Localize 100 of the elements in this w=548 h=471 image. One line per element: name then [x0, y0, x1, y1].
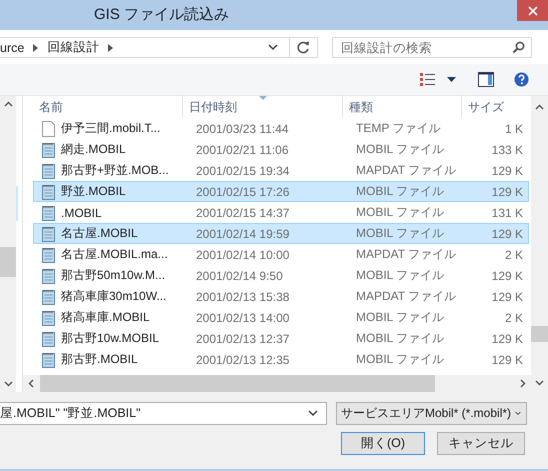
- search-field[interactable]: 回線設計の検索: [332, 37, 532, 58]
- file-row[interactable]: 猪高車庫.MOBIL 2001/02/13 14:00 MOBIL ファイル 2 K: [33, 307, 529, 328]
- close-button[interactable]: [517, 0, 548, 21]
- chevron-down-icon[interactable]: [515, 410, 521, 417]
- chevron-right-icon[interactable]: [33, 44, 38, 52]
- file-name: 名古屋.MOBIL: [61, 225, 139, 242]
- scroll-down-icon[interactable]: [535, 380, 544, 386]
- file-row[interactable]: 名古屋.MOBIL 2001/02/14 19:59 MOBIL ファイル 129 K: [33, 223, 529, 244]
- search-icon[interactable]: [512, 41, 525, 54]
- scroll-up-icon[interactable]: [4, 101, 12, 107]
- scroll-thumb[interactable]: [531, 326, 548, 342]
- breadcrumb-item[interactable]: 回線設計: [47, 39, 100, 56]
- file-row[interactable]: 那古野.MOBIL 2001/02/13 12:35 MOBIL ファイル 129 K: [33, 349, 529, 370]
- size-cell-text: 129 K: [490, 290, 523, 304]
- type-cell-text: MOBIL ファイル: [355, 351, 446, 368]
- scroll-thumb[interactable]: [0, 247, 16, 277]
- size-cell-text: 2 K: [504, 248, 523, 262]
- type-cell-text: MAPDAT ファイル: [355, 288, 458, 305]
- file-name: 伊予三間.mobil.T...: [61, 120, 162, 137]
- chevron-down-icon[interactable]: [308, 410, 318, 417]
- notepad-icon: [42, 204, 55, 220]
- type-cell-text: MOBIL ファイル: [355, 309, 446, 326]
- notepad-icon: [42, 288, 55, 304]
- help-icon[interactable]: [514, 72, 529, 87]
- address-bar[interactable]: urce 回線設計: [0, 37, 318, 58]
- chevron-right-icon[interactable]: [108, 44, 114, 52]
- scroll-down-icon[interactable]: [4, 381, 12, 387]
- filename-field[interactable]: 屋.MOBIL" "野並.MOBIL": [0, 402, 327, 425]
- file-row[interactable]: 那古野+野並.MOB... 2001/02/15 19:34 MAPDAT ファイル 129 K: [33, 160, 529, 181]
- size-cell-text: 129 K: [490, 164, 523, 178]
- type-cell-text: MOBIL ファイル: [355, 267, 446, 284]
- type-cell-text: TEMP ファイル: [355, 120, 442, 137]
- file-name: 名古屋.MOBIL.ma...: [61, 246, 169, 263]
- date-cell-text: 2001/02/13 12:37: [195, 332, 290, 346]
- file-row[interactable]: .MOBIL 2001/02/15 14:37 MOBIL ファイル 131 K: [33, 202, 529, 223]
- date-cell-text: 2001/02/15 14:37: [195, 206, 290, 220]
- notepad-icon: [42, 352, 55, 368]
- date-cell-text: 2001/02/14 10:00: [195, 248, 290, 262]
- refresh-icon[interactable]: [297, 41, 310, 54]
- date-cell-text: 2001/02/13 12:35: [195, 352, 290, 366]
- file-row[interactable]: 伊予三間.mobil.T... 2001/03/23 11:44 TEMP ファイル 1 K: [33, 118, 529, 139]
- vertical-scrollbar[interactable]: [531, 96, 548, 392]
- file-name: 網走.MOBIL: [61, 141, 127, 158]
- chevron-down-icon[interactable]: [268, 44, 278, 51]
- document-icon: [42, 120, 55, 136]
- cancel-button[interactable]: キャンセル: [437, 432, 525, 455]
- caret-down-icon[interactable]: [447, 77, 456, 82]
- notepad-icon: [42, 310, 55, 326]
- size-cell-text: 1 K: [504, 122, 523, 136]
- notepad-icon: [42, 142, 55, 158]
- scroll-thumb[interactable]: [40, 375, 435, 392]
- date-cell-text: 2001/02/21 11:06: [195, 142, 290, 156]
- scroll-up-icon[interactable]: [535, 104, 544, 110]
- type-cell-text: MOBIL ファイル: [355, 183, 446, 200]
- file-name: 那古野10w.MOBIL: [61, 330, 160, 347]
- breadcrumb-item[interactable]: urce: [0, 40, 24, 54]
- file-row[interactable]: 名古屋.MOBIL.ma... 2001/02/14 10:00 MAPDAT ファイル 2 K: [33, 244, 529, 265]
- size-cell-text: 129 K: [490, 184, 523, 198]
- column-header[interactable]: 名前: [33, 96, 183, 118]
- type-cell-text: MAPDAT ファイル: [355, 162, 458, 179]
- file-row[interactable]: 猪高車庫30m10W... 2001/02/13 15:38 MAPDAT ファイル 129 K: [33, 286, 529, 307]
- type-cell-text: MOBIL ファイル: [355, 225, 446, 242]
- horizontal-scrollbar[interactable]: [23, 375, 531, 392]
- notepad-icon: [42, 246, 55, 262]
- view-list-icon[interactable]: [420, 73, 435, 86]
- file-name: 那古野.MOBIL: [61, 351, 139, 368]
- file-row[interactable]: 野並.MOBIL 2001/02/15 17:26 MOBIL ファイル 129 K: [33, 181, 529, 202]
- size-cell-text: 129 K: [490, 352, 523, 366]
- date-cell-text: 2001/02/14 9:50: [195, 268, 284, 282]
- date-cell-text: 2001/02/13 15:38: [195, 290, 290, 304]
- notepad-icon: [42, 330, 55, 346]
- type-cell-text: MOBIL ファイル: [355, 141, 446, 158]
- preview-pane-icon[interactable]: [478, 72, 494, 87]
- date-cell-text: 2001/02/15 19:34: [195, 164, 290, 178]
- date-cell-text: 2001/03/23 11:44: [195, 122, 290, 136]
- close-icon[interactable]: [528, 6, 538, 16]
- scroll-left-icon[interactable]: [28, 379, 34, 388]
- type-cell-text: MAPDAT ファイル: [355, 246, 458, 263]
- date-cell-text: 2001/02/14 19:59: [195, 226, 290, 240]
- column-header[interactable]: サイズ: [462, 96, 531, 118]
- type-cell-text: MOBIL ファイル: [355, 330, 446, 347]
- file-name: .MOBIL: [61, 206, 103, 220]
- column-header[interactable]: 種類: [343, 96, 462, 118]
- notepad-icon: [42, 268, 55, 284]
- size-cell-text: 129 K: [490, 332, 523, 346]
- file-name: 那古野50m10w.M...: [61, 267, 166, 284]
- date-cell-text: 2001/02/15 17:26: [195, 184, 290, 198]
- open-button[interactable]: 開く(O): [341, 432, 425, 455]
- filename-input[interactable]: 屋.MOBIL" "野並.MOBIL": [0, 406, 308, 420]
- window-title: GIS ファイル読込み: [93, 5, 230, 24]
- file-type-dropdown[interactable]: サービスエリアMobil* (*.mobil*): [336, 402, 527, 425]
- scrollbar[interactable]: [0, 96, 16, 392]
- size-cell-text: 131 K: [490, 206, 523, 220]
- file-name: 猪高車庫.MOBIL: [61, 309, 151, 326]
- file-row[interactable]: 那古野10w.MOBIL 2001/02/13 12:37 MOBIL ファイル 129 K: [33, 328, 529, 349]
- file-name: 那古野+野並.MOB...: [61, 162, 170, 179]
- scroll-right-icon[interactable]: [520, 379, 526, 388]
- file-row[interactable]: 網走.MOBIL 2001/02/21 11:06 MOBIL ファイル 133 K: [33, 139, 529, 160]
- file-row[interactable]: 那古野50m10w.M... 2001/02/14 9:50 MOBIL ファイル 129 K: [33, 265, 529, 286]
- file-name: 猪高車庫30m10W...: [61, 288, 168, 305]
